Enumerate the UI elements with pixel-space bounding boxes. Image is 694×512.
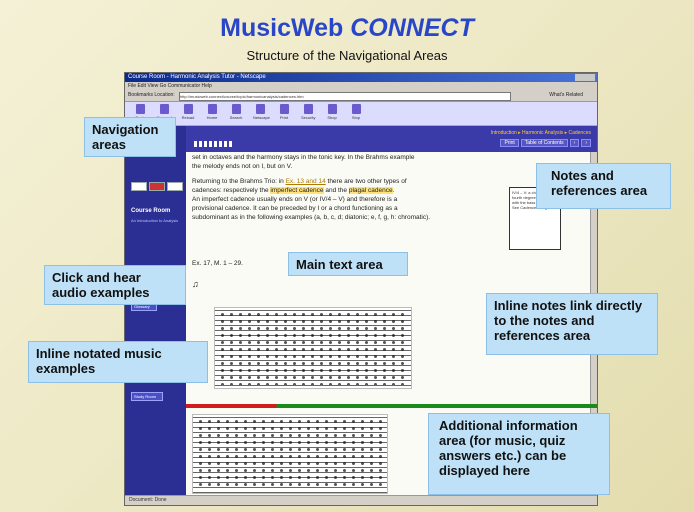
forward-icon bbox=[159, 104, 169, 114]
netscape-button[interactable]: Netscape bbox=[253, 104, 270, 120]
reload-button[interactable]: Reload bbox=[181, 104, 195, 120]
topstrip-buttons: Print Table of Contents ‹ › bbox=[498, 139, 591, 147]
text: cadences: respectively the bbox=[192, 187, 271, 194]
reload-label: Reload bbox=[181, 115, 195, 120]
progress-stripes bbox=[194, 141, 232, 147]
window-controls[interactable] bbox=[575, 74, 595, 81]
home-button[interactable]: Home bbox=[205, 104, 219, 120]
music-notes bbox=[196, 418, 384, 490]
shop-icon bbox=[327, 104, 337, 114]
audio-play-icon[interactable]: ♫ bbox=[192, 280, 199, 289]
prev-button[interactable]: ‹ bbox=[569, 139, 580, 147]
text: Returning to the Brahms Trio: in bbox=[192, 178, 286, 185]
browser-toolbar: Back Forward Reload Home Search Netscape… bbox=[125, 102, 597, 126]
back-icon bbox=[135, 104, 145, 114]
breadcrumb[interactable]: Introduction ▸ Harmonic Analysis ▸ Caden… bbox=[491, 130, 591, 136]
whats-related-link[interactable]: What's Related bbox=[549, 92, 583, 98]
callout-main-text: Main text area bbox=[288, 252, 408, 276]
callout-notated: Inline notated music examples bbox=[28, 341, 208, 383]
search-icon bbox=[231, 104, 241, 114]
content-paragraph: cadences: respectively the imperfect cad… bbox=[192, 187, 394, 195]
stop-icon bbox=[351, 104, 361, 114]
glossary-term[interactable]: plagal cadence bbox=[348, 187, 393, 194]
print-icon bbox=[279, 104, 289, 114]
callout-navigation: Navigation areas bbox=[84, 117, 176, 157]
example-link[interactable]: Ex. 13 and 14 bbox=[286, 178, 326, 185]
url-field[interactable]: http://musicweb.connect/course/topic/har… bbox=[179, 92, 511, 101]
stop-label: Stop bbox=[351, 115, 361, 120]
content-paragraph: Returning to the Brahms Trio: in Ex. 13 … bbox=[192, 178, 407, 186]
stop-button[interactable]: Stop bbox=[349, 104, 363, 120]
music-notes bbox=[218, 311, 408, 385]
security-label: Security bbox=[301, 115, 316, 120]
nav-square-button[interactable] bbox=[149, 182, 165, 191]
print-label: Print bbox=[279, 115, 289, 120]
shop-label: Shop bbox=[327, 115, 337, 120]
callout-additional: Additional information area (for music, … bbox=[428, 413, 610, 495]
home-icon bbox=[207, 104, 217, 114]
window-title: Course Room - Harmonic Analysis Tutor - … bbox=[128, 74, 266, 80]
content-line: An imperfect cadence usually ends on V (… bbox=[192, 196, 398, 203]
glossary-term[interactable]: imperfect cadence bbox=[270, 187, 324, 194]
security-icon bbox=[303, 104, 313, 114]
print-button[interactable]: Print bbox=[277, 104, 291, 120]
address-label: Bookmarks Location: bbox=[128, 92, 175, 98]
example-reference: Ex. 17, M. 1 – 29. bbox=[192, 260, 243, 267]
shop-button[interactable]: Shop bbox=[325, 104, 339, 120]
slide-title: MusicWeb CONNECT bbox=[0, 14, 694, 43]
content-line: provisional cadence. It can be preceded … bbox=[192, 205, 398, 212]
sidebar-item-study-room[interactable]: Study Room bbox=[131, 392, 163, 401]
content-topstrip: Introduction ▸ Harmonic Analysis ▸ Caden… bbox=[186, 126, 597, 152]
callout-inline-notes: Inline notes link directly to the notes … bbox=[486, 293, 658, 355]
print-page-button[interactable]: Print bbox=[500, 139, 519, 147]
reload-icon bbox=[183, 104, 193, 114]
toc-button[interactable]: Table of Contents bbox=[520, 139, 568, 147]
menu-bar[interactable]: File Edit View Go Communicator Help bbox=[125, 82, 597, 90]
navigation-sidebar: Course Room An Introduction to Analysis … bbox=[125, 126, 186, 505]
status-bar: Document: Done bbox=[125, 495, 597, 505]
text: and the bbox=[323, 187, 349, 194]
search-label: Search bbox=[229, 115, 243, 120]
slide-subtitle: Structure of the Navigational Areas bbox=[246, 48, 448, 63]
netscape-icon bbox=[255, 104, 265, 114]
content-line: subdominant as in the following examples… bbox=[192, 214, 431, 221]
netscape-label: Netscape bbox=[253, 115, 270, 120]
text: there are two other types of bbox=[325, 178, 407, 185]
next-button[interactable]: › bbox=[581, 139, 591, 147]
address-bar: Bookmarks Location: http://musicweb.conn… bbox=[125, 90, 597, 102]
additional-music-example bbox=[192, 414, 388, 494]
content-line: the melody ends not on I, but on V. bbox=[192, 163, 293, 170]
home-label: Home bbox=[206, 115, 218, 120]
text: . bbox=[392, 187, 395, 194]
title-main: MusicWeb bbox=[220, 14, 351, 42]
nav-square-button[interactable] bbox=[131, 182, 147, 191]
security-button[interactable]: Security bbox=[301, 104, 315, 120]
window-titlebar: Course Room - Harmonic Analysis Tutor - … bbox=[125, 73, 597, 82]
search-button[interactable]: Search bbox=[229, 104, 243, 120]
callout-notes: Notes and references area bbox=[536, 163, 671, 209]
callout-audio: Click and hear audio examples bbox=[44, 265, 186, 305]
title-italic: CONNECT bbox=[350, 14, 474, 42]
sidebar-subtitle: An Introduction to Analysis bbox=[131, 218, 179, 223]
nav-square-button[interactable] bbox=[167, 182, 183, 191]
sidebar-title: Course Room bbox=[131, 208, 171, 214]
content-line: set in octaves and the harmony stays in … bbox=[192, 154, 415, 161]
notated-music-example bbox=[214, 307, 412, 389]
